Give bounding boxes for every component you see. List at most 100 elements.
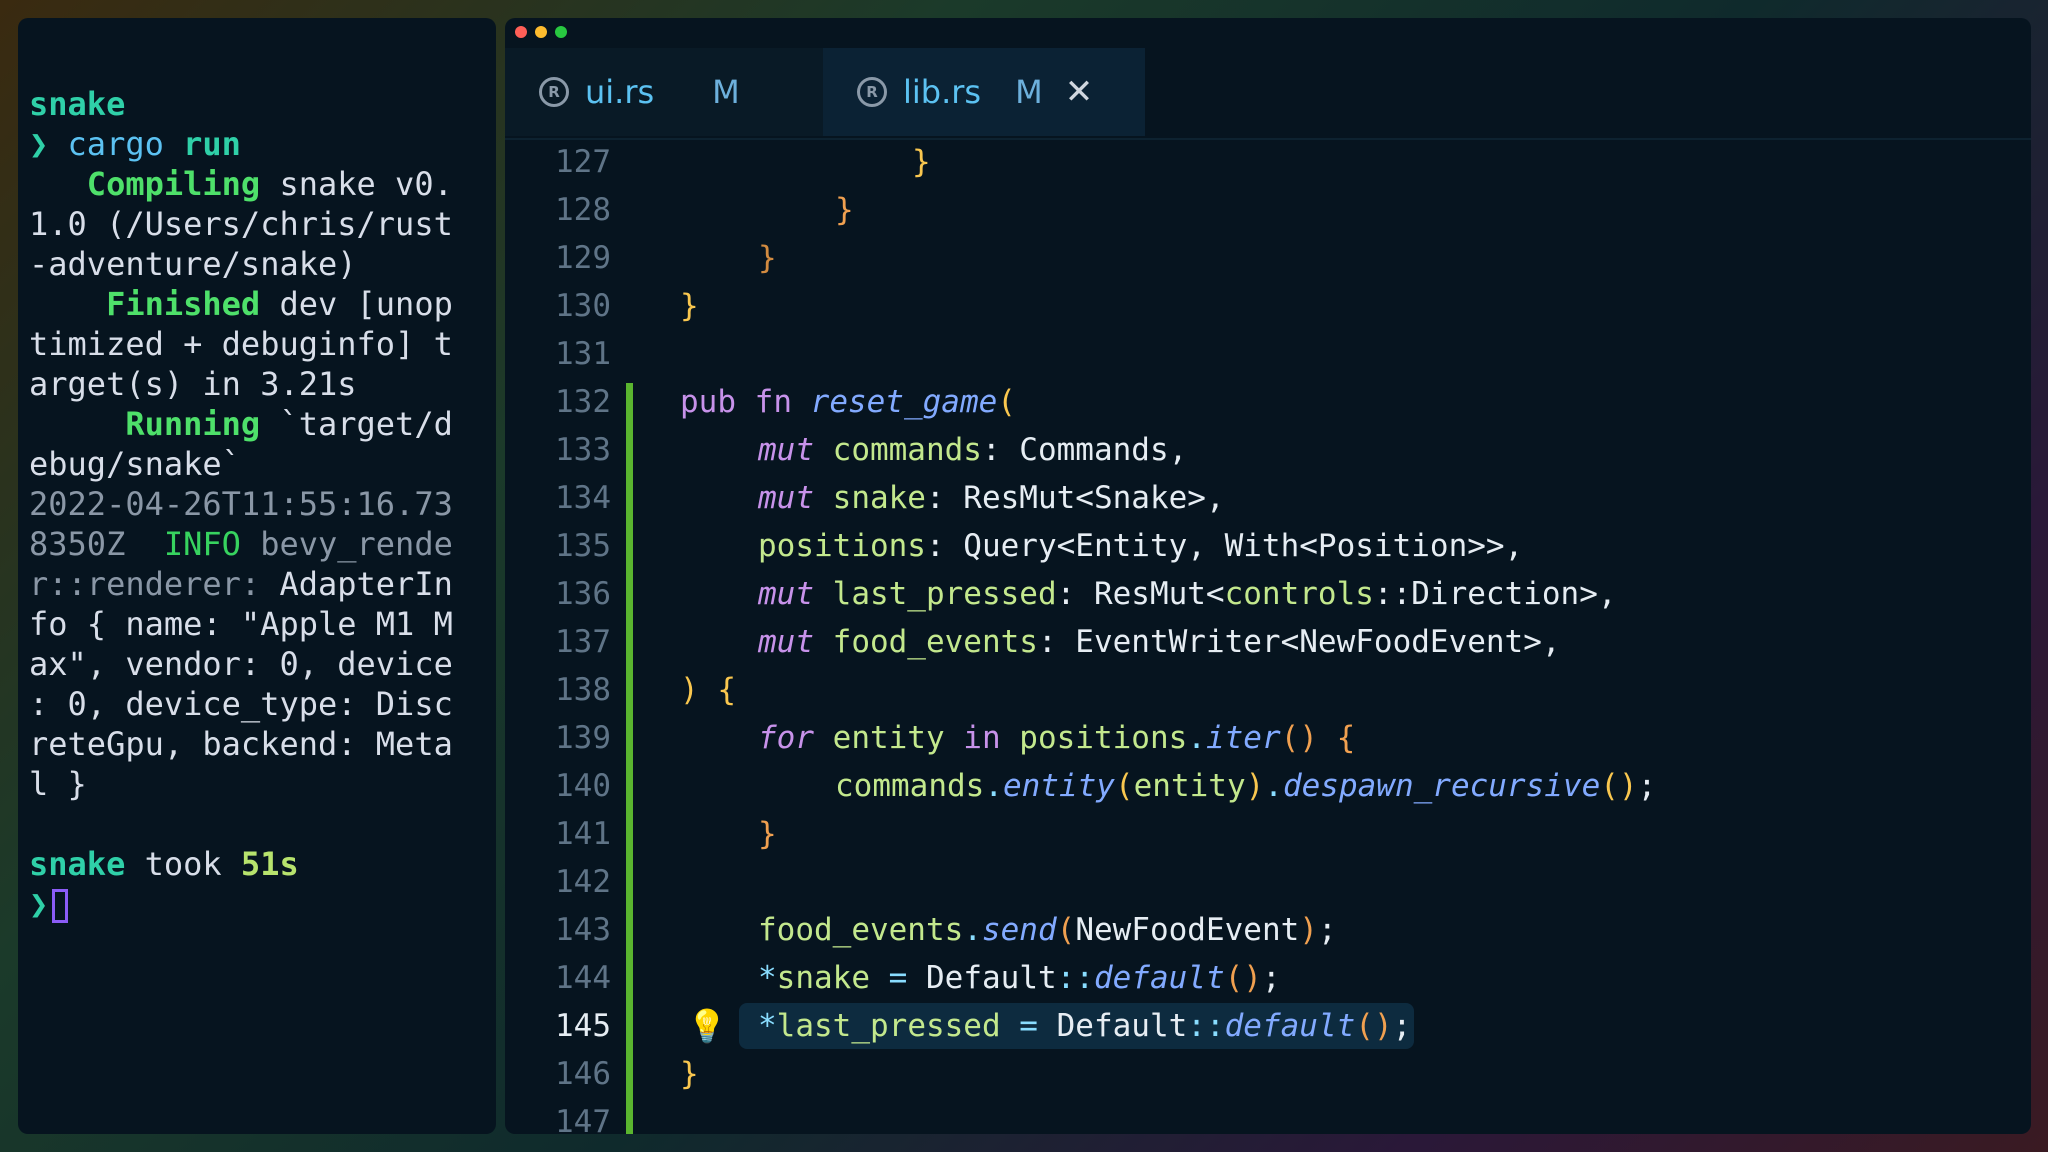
code-text: for entity in positions.iter() {: [758, 714, 1355, 762]
terminal-cursor[interactable]: [52, 889, 69, 923]
code-line: 129 }: [505, 234, 2031, 282]
parameter: snake: [832, 480, 926, 516]
compiling-text: 1.0 (/Users/chris/rust: [29, 205, 453, 243]
terminal-line: r::renderer: AdapterIn: [29, 564, 453, 604]
line-number: 136: [555, 576, 611, 612]
line-number: 128: [555, 192, 611, 228]
punctuation: ;: [1637, 768, 1657, 804]
command-arg: run: [183, 125, 241, 163]
project-name: snake: [29, 85, 126, 123]
log-text: l }: [29, 765, 87, 803]
code-editor[interactable]: R ui.rs M R lib.rs M ✕ 127 } 128 } 129 }: [505, 18, 2031, 1134]
variable: positions: [1019, 720, 1188, 756]
keyword: pub fn: [680, 384, 811, 420]
code-text: *snake = Default::default();: [758, 954, 1281, 1002]
minimize-window-button[interactable]: [535, 26, 547, 38]
editor-tab-bar: R ui.rs M R lib.rs M ✕: [505, 48, 2031, 140]
function-name: default: [1224, 1008, 1356, 1044]
operator: =: [1000, 1008, 1057, 1044]
terminal-line: snake: [29, 84, 453, 124]
running-text: ebug/snake`: [29, 445, 241, 483]
variable: entity: [832, 720, 945, 756]
log-text: ax", vendor: 0, device: [29, 645, 453, 683]
code-line: 130 }: [505, 282, 2031, 330]
line-number: 133: [555, 432, 611, 468]
log-text: 2022-04-26T11:55:16.73: [29, 485, 453, 523]
code-text: food_events.send(NewFoodEvent);: [758, 906, 1337, 954]
punctuation: .: [1264, 768, 1283, 804]
namespace: controls: [1224, 576, 1374, 612]
line-number: 147: [555, 1104, 611, 1134]
compiling-text: snake v0.: [260, 165, 453, 203]
line-number: 143: [555, 912, 611, 948]
running-label: Running: [125, 405, 261, 443]
variable: last_pressed: [776, 1008, 1001, 1044]
terminal-line: ebug/snake`: [29, 444, 453, 484]
code-text: mut last_pressed: ResMut<controls::Direc…: [758, 570, 1617, 618]
bracket: ): [1299, 912, 1318, 948]
line-number: 135: [555, 528, 611, 564]
terminal-prompt-line[interactable]: ❯: [29, 884, 453, 924]
close-window-button[interactable]: [515, 26, 527, 38]
type: : Commands,: [981, 432, 1188, 468]
variable: commands: [835, 768, 985, 804]
line-number: 129: [555, 240, 611, 276]
tab-lib-rs[interactable]: R lib.rs M ✕: [823, 48, 1145, 136]
code-text: mut commands: Commands,: [758, 426, 1187, 474]
code-text: }: [758, 240, 777, 276]
keyword: mut: [758, 576, 833, 612]
line-number: 142: [555, 864, 611, 900]
code-line: 131: [505, 330, 2031, 378]
terminal-line: ❯ cargo run: [29, 124, 453, 164]
terminal-line: -adventure/snake): [29, 244, 453, 284]
project-name: snake: [29, 845, 126, 883]
punctuation: .: [963, 912, 982, 948]
line-number: 134: [555, 480, 611, 516]
code-text: *last_pressed = Default::default();: [758, 1002, 1411, 1050]
bracket: (): [1600, 768, 1638, 804]
line-number: 145: [555, 1008, 611, 1044]
line-number: 131: [555, 336, 611, 372]
variable: snake: [776, 960, 870, 996]
log-text: fo { name: "Apple M1 M: [29, 605, 453, 643]
code-text: }: [912, 144, 931, 180]
parameter: commands: [832, 432, 982, 468]
line-number: 127: [555, 144, 611, 180]
log-text: reteGpu, backend: Meta: [29, 725, 453, 763]
parameter: positions: [758, 528, 926, 564]
finished-text: arget(s) in 3.21s: [29, 365, 357, 403]
took-text: took: [125, 845, 241, 883]
log-level: INFO: [163, 525, 241, 563]
bracket: {: [698, 672, 736, 708]
bracket: ): [680, 672, 699, 708]
terminal-pane[interactable]: snake ❯ cargo run Compiling snake v0. 1.…: [18, 18, 496, 1134]
code-text: ) {: [680, 666, 736, 714]
parameter: last_pressed: [832, 576, 1057, 612]
tab-ui-rs[interactable]: R ui.rs M: [505, 48, 823, 136]
terminal-line: timized + debuginfo] t: [29, 324, 453, 364]
function-name: entity: [1002, 768, 1115, 804]
terminal-line: 2022-04-26T11:55:16.73: [29, 484, 453, 524]
lightbulb-icon[interactable]: 💡: [687, 1002, 727, 1050]
line-number: 144: [555, 960, 611, 996]
log-text: 8350Z: [29, 525, 126, 563]
log-text: bevy_rende: [240, 525, 453, 563]
tab-label: ui.rs: [585, 73, 655, 111]
bracket: (: [1056, 912, 1076, 948]
code-text: commands.entity(entity).despawn_recursiv…: [835, 762, 1656, 810]
bracket: ): [1245, 768, 1265, 804]
variable: entity: [1133, 768, 1246, 804]
modified-indicator: M: [1015, 73, 1043, 111]
code-line: 144 *snake = Default::default();: [505, 954, 2031, 1002]
code-line: 140 commands.entity(entity).despawn_recu…: [505, 762, 2031, 810]
function-name: send: [981, 912, 1057, 948]
code-line: 142: [505, 858, 2031, 906]
function-name: despawn_recursive: [1282, 768, 1601, 804]
zoom-window-button[interactable]: [555, 26, 567, 38]
punctuation: ::: [1056, 960, 1094, 996]
compiling-text: -adventure/snake): [29, 245, 357, 283]
line-number: 132: [555, 384, 611, 420]
close-icon[interactable]: ✕: [1065, 72, 1094, 112]
code-text: positions: Query<Entity, With<Position>>…: [758, 522, 1523, 570]
bracket: (): [1280, 720, 1318, 756]
